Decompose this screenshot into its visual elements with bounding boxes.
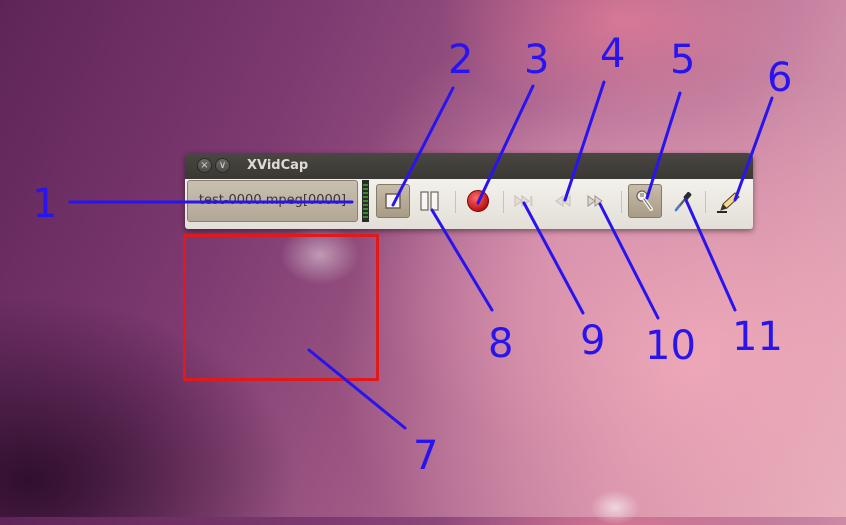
- callout-5: 5: [670, 37, 696, 83]
- callout-line-5: [645, 91, 682, 200]
- callout-line-2: [391, 86, 455, 207]
- callout-line-4: [563, 80, 606, 202]
- callout-line-11: [684, 198, 737, 312]
- callout-7: 7: [413, 433, 439, 479]
- callout-2: 2: [448, 37, 474, 83]
- callout-line-6: [733, 96, 774, 202]
- callout-1: 1: [32, 181, 58, 227]
- callout-8: 8: [488, 321, 514, 367]
- callout-line-10: [598, 202, 660, 320]
- callout-line-8: [430, 208, 494, 312]
- callout-10: 10: [645, 323, 696, 369]
- callout-3: 3: [524, 37, 550, 83]
- callout-4: 4: [600, 31, 626, 77]
- callout-line-9: [522, 201, 585, 315]
- callout-11: 11: [732, 314, 783, 360]
- callout-line-3: [476, 84, 535, 205]
- callout-line-7: [307, 348, 407, 430]
- callout-6: 6: [767, 55, 793, 101]
- callout-9: 9: [580, 318, 606, 364]
